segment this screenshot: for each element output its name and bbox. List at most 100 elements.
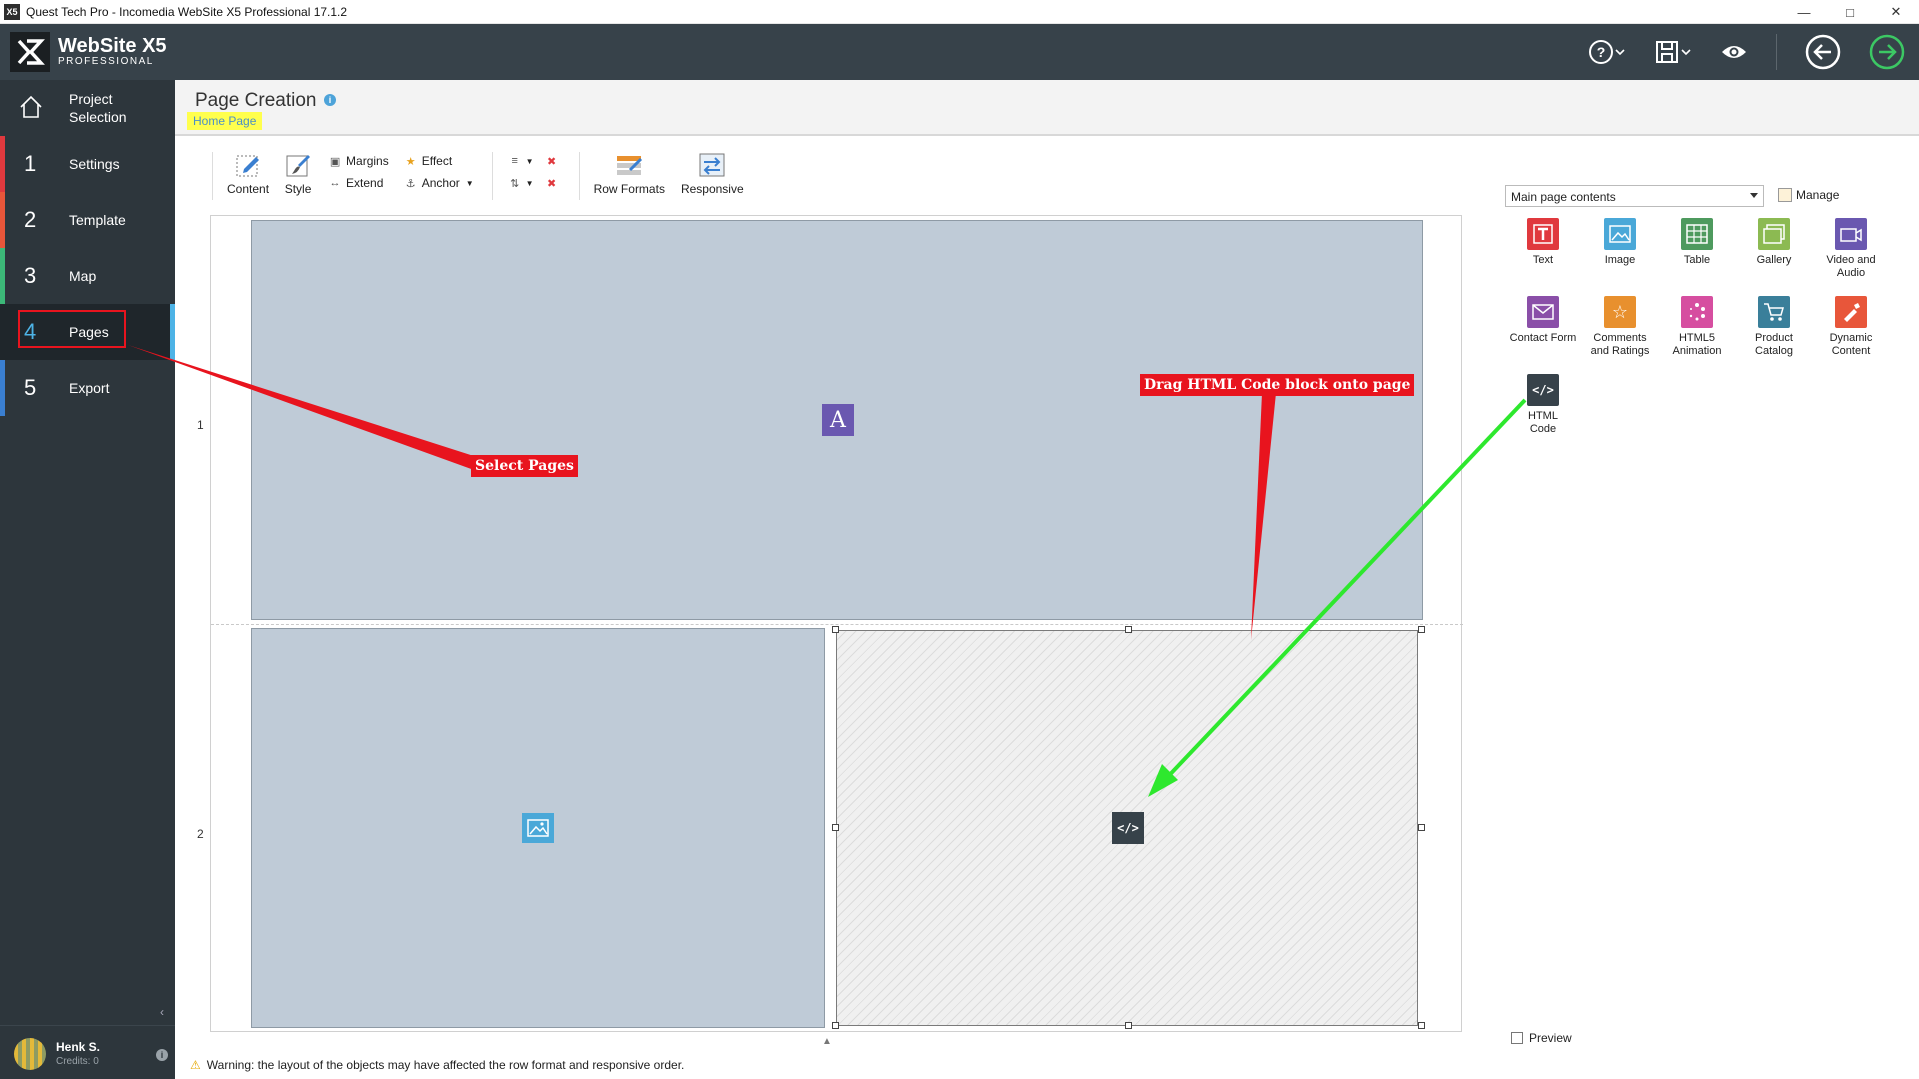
resize-handle[interactable] — [832, 626, 839, 633]
back-arrow-icon — [1805, 34, 1841, 70]
save-button[interactable] — [1654, 39, 1692, 65]
object-video-audio[interactable]: Video and Audio — [1816, 218, 1886, 280]
maximize-icon[interactable]: □ — [1827, 0, 1873, 24]
extend-button[interactable]: ↔ Extend — [327, 172, 389, 194]
object-text[interactable]: Text — [1508, 218, 1578, 267]
distribute-button[interactable]: ⇅ ▼ — [507, 172, 534, 194]
row-formats-label: Row Formats — [593, 182, 665, 196]
home-icon — [20, 95, 42, 118]
anchor-button[interactable]: ⚓ Anchor ▼ — [403, 172, 474, 194]
resize-handle[interactable] — [1418, 626, 1425, 633]
distribute-icon: ⇅ — [510, 177, 520, 190]
style-button[interactable]: Style — [283, 150, 313, 196]
info-icon[interactable]: i — [156, 1049, 168, 1061]
manage-label: Manage — [1796, 188, 1840, 202]
object-label: Contact Form — [1509, 332, 1577, 344]
align-button[interactable]: ≡ ▼ — [507, 150, 534, 172]
image-object-icon — [522, 813, 554, 843]
remove-horizontal-button[interactable]: ✖ — [544, 150, 563, 172]
annotation-drag-html: Drag HTML Code block onto page — [1140, 374, 1415, 396]
user-name: Henk S. — [56, 1040, 101, 1054]
content-label: Content — [227, 182, 270, 196]
minimize-icon[interactable]: — — [1781, 0, 1827, 24]
object-image[interactable]: Image — [1585, 218, 1655, 267]
sidebar-item-label: Settings — [69, 156, 120, 172]
checkbox[interactable] — [1511, 1032, 1523, 1044]
row-formats-button[interactable]: Row Formats — [594, 150, 665, 196]
object-table[interactable]: Table — [1662, 218, 1732, 267]
editor-toolbar: Content Style ▣ Margins ↔ Extend ★ Effect ⚓… — [212, 150, 758, 206]
breadcrumb[interactable]: Home Page — [187, 112, 263, 130]
status-warning: Warning: the layout of the objects may h… — [206, 1058, 685, 1072]
close-icon[interactable]: ✕ — [1873, 0, 1919, 24]
remove-vertical-button[interactable]: ✖ — [544, 172, 563, 194]
chevron-down-icon: ▼ — [525, 156, 534, 166]
image-cell[interactable] — [251, 628, 825, 1028]
resize-handle[interactable] — [1125, 1022, 1132, 1029]
responsive-label: Responsive — [680, 182, 744, 196]
object-html-code[interactable]: </> HTML Code — [1508, 374, 1578, 436]
page-canvas[interactable]: 1 2 A </> ▲ — [197, 215, 1463, 1047]
brand-name: WebSite X5 — [58, 35, 167, 57]
object-html5-animation[interactable]: HTML5 Animation — [1662, 296, 1732, 358]
effect-button[interactable]: ★ Effect — [403, 150, 474, 172]
image-object-icon — [1604, 218, 1636, 250]
object-product-catalog[interactable]: Product Catalog — [1739, 296, 1809, 358]
chevron-down-icon: ▼ — [525, 178, 534, 188]
sidebar-item-template[interactable]: 2 Template — [0, 192, 175, 248]
help-button[interactable]: ? — [1588, 39, 1626, 65]
sidebar-item-number: 5 — [24, 375, 37, 400]
sidebar-item-settings[interactable]: 1 Settings — [0, 136, 175, 192]
object-label: Dynamic Content — [1829, 332, 1873, 357]
sidebar-item-project-selection[interactable]: Project Selection — [0, 80, 175, 136]
contact-form-icon — [1527, 296, 1559, 328]
html-code-cell[interactable]: </> — [836, 630, 1418, 1026]
sidebar-item-number: 1 — [24, 151, 37, 176]
user-credits: Credits: 0 — [56, 1056, 99, 1067]
resize-handle[interactable] — [832, 1022, 839, 1029]
forward-button[interactable] — [1869, 34, 1905, 70]
resize-handle[interactable] — [1125, 626, 1132, 633]
preview-label: Preview — [1529, 1031, 1572, 1045]
comments-icon: ☆ — [1604, 296, 1636, 328]
row-number: 2 — [197, 827, 204, 841]
add-row-icon[interactable]: ▲ — [822, 1036, 832, 1047]
manage-button[interactable]: Manage — [1778, 188, 1839, 202]
object-label: HTML Code — [1528, 410, 1558, 435]
preview-button[interactable] — [1720, 42, 1748, 62]
row-formats-icon — [617, 156, 643, 175]
star-icon: ★ — [405, 155, 416, 168]
sidebar-item-label: Export — [69, 380, 110, 396]
catalog-icon — [1758, 296, 1790, 328]
sidebar-item-export[interactable]: 5 Export — [0, 360, 175, 416]
margins-button[interactable]: ▣ Margins — [327, 150, 389, 172]
resize-handle[interactable] — [832, 824, 839, 831]
back-button[interactable] — [1805, 34, 1841, 70]
text-cell[interactable]: A — [251, 220, 1423, 620]
table-object-icon — [1681, 218, 1713, 250]
resize-handle[interactable] — [1418, 1022, 1425, 1029]
responsive-button[interactable]: Responsive — [681, 150, 744, 196]
preview-checkbox[interactable]: Preview — [1511, 1031, 1572, 1045]
resize-handle[interactable] — [1418, 824, 1425, 831]
page-header: Page Creation i Home Page — [175, 80, 1919, 136]
object-comments-ratings[interactable]: ☆ Comments and Ratings — [1585, 296, 1655, 358]
content-button[interactable]: Content — [227, 150, 269, 196]
pages-highlight-box — [18, 310, 126, 348]
sidebar-item-pages[interactable]: 4 Pages — [0, 304, 175, 360]
style-icon — [286, 155, 311, 177]
object-category-select[interactable]: Main page contents — [1505, 185, 1764, 207]
sidebar-item-label: Template — [69, 212, 126, 228]
collapse-sidebar-icon[interactable]: ‹ — [160, 1005, 164, 1019]
object-contact-form[interactable]: Contact Form — [1508, 296, 1578, 345]
info-icon[interactable]: i — [324, 94, 336, 106]
sidebar-item-map[interactable]: 3 Map — [0, 248, 175, 304]
forward-arrow-icon — [1869, 34, 1905, 70]
brand-edition: PROFESSIONAL — [58, 56, 154, 67]
object-label: Video and Audio — [1826, 254, 1876, 279]
svg-text:?: ? — [1597, 44, 1606, 60]
object-dynamic-content[interactable]: Dynamic Content — [1816, 296, 1886, 358]
object-gallery[interactable]: Gallery — [1739, 218, 1809, 267]
style-label: Style — [284, 182, 312, 196]
anchor-label: Anchor — [421, 176, 460, 190]
